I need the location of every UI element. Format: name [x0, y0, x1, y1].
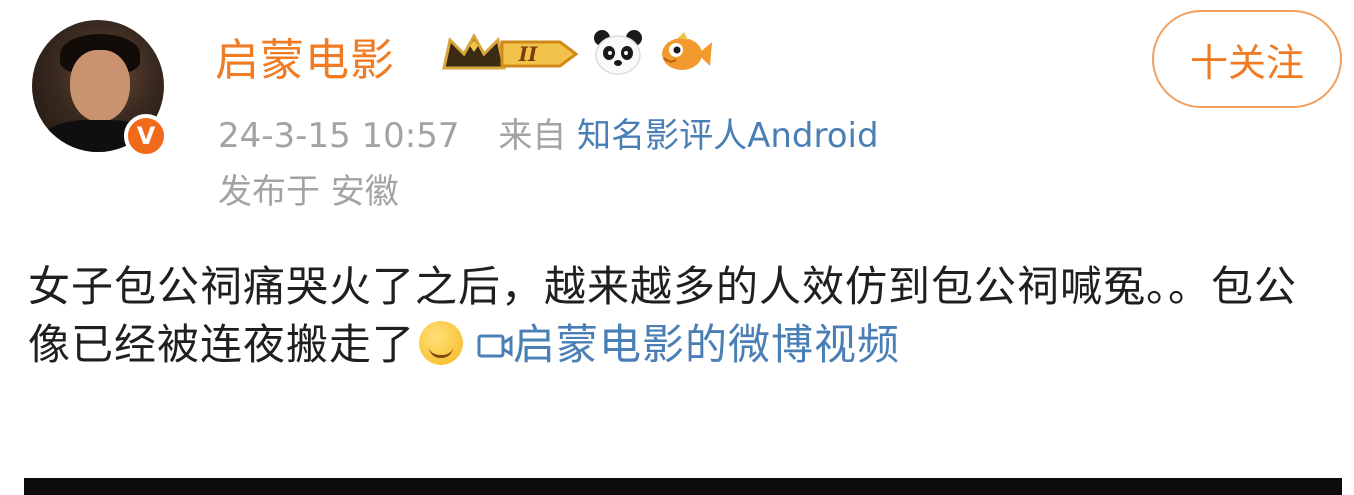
sweat-smile-emoji-icon: [419, 321, 464, 365]
verified-badge-icon: V: [124, 114, 168, 158]
video-camera-icon[interactable]: [477, 333, 513, 359]
username[interactable]: 启蒙电影: [215, 24, 395, 88]
post-content: 女子包公祠痛哭火了之后，越来越多的人效仿到包公祠喊冤。。包公像已经被连夜搬走了启…: [28, 258, 1328, 374]
crown-level-badge-icon[interactable]: II: [440, 30, 580, 78]
source-link[interactable]: 知名影评人Android: [577, 116, 878, 156]
panda-icon[interactable]: [592, 28, 644, 76]
post-meta: 24-3-15 10:57 来自 知名影评人Android: [218, 108, 879, 157]
avatar-face: [70, 50, 130, 122]
follow-button[interactable]: 十关注: [1152, 10, 1342, 108]
level-text: II: [518, 42, 538, 66]
location: 发布于 安徽: [218, 172, 399, 212]
source-prefix: 来自: [498, 116, 567, 156]
video-preview[interactable]: [24, 478, 1342, 495]
video-link[interactable]: 启蒙电影的微博视频: [513, 320, 900, 369]
timestamp: 24-3-15 10:57: [218, 116, 460, 156]
fish-icon[interactable]: [658, 28, 712, 76]
